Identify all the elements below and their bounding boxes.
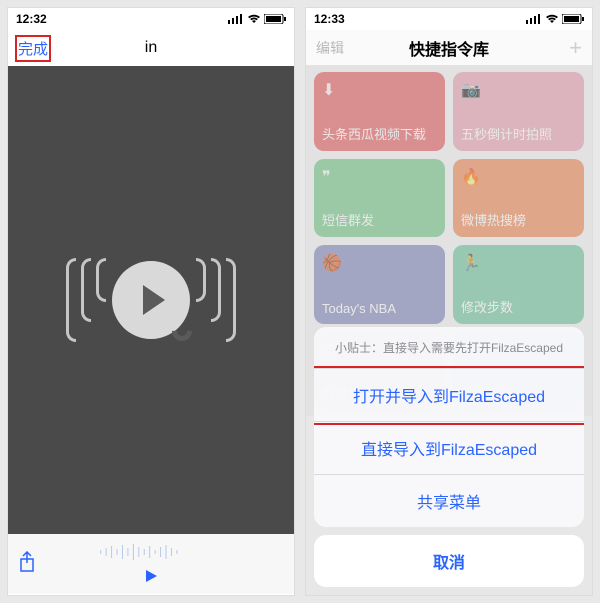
page-title: in bbox=[8, 39, 294, 57]
wifi-icon bbox=[545, 14, 559, 24]
media-preview bbox=[8, 66, 294, 534]
play-small-icon[interactable] bbox=[144, 569, 158, 588]
status-time: 12:33 bbox=[314, 12, 345, 26]
sheet-item-share-menu[interactable]: 共享菜单 bbox=[314, 475, 584, 527]
signal-icon bbox=[526, 14, 542, 24]
nav-bar-right: 编辑 快捷指令库 + bbox=[306, 30, 592, 66]
nav-bar-left: 完成 in bbox=[8, 30, 294, 66]
share-icon[interactable] bbox=[18, 551, 36, 578]
battery-icon bbox=[264, 14, 286, 24]
add-button[interactable]: + bbox=[569, 35, 582, 61]
status-bar: 12:33 bbox=[306, 8, 592, 30]
sheet-cancel[interactable]: 取消 bbox=[314, 535, 584, 587]
sheet-item-direct-import[interactable]: 直接导入到FilzaEscaped bbox=[314, 422, 584, 475]
sheet-tip: 小贴士：直接导入需要先打开FilzaEscaped bbox=[314, 327, 584, 369]
toolbar bbox=[8, 534, 294, 594]
waveform-icon bbox=[98, 542, 234, 562]
wifi-icon bbox=[247, 14, 261, 24]
edit-button[interactable]: 编辑 bbox=[316, 38, 344, 58]
phone-right: 12:33 编辑 快捷指令库 + ⬇头条西瓜视频下载📷五秒倒计时拍照❞短信群发🔥… bbox=[306, 8, 592, 595]
battery-icon bbox=[562, 14, 584, 24]
page-title: 快捷指令库 bbox=[409, 36, 489, 60]
sheet-item-open-import[interactable]: 打开并导入到FilzaEscaped bbox=[314, 369, 584, 422]
sound-wave-left-icon bbox=[66, 258, 106, 342]
status-bar: 12:32 bbox=[8, 8, 294, 30]
play-button[interactable] bbox=[112, 261, 190, 339]
action-sheet: 小贴士：直接导入需要先打开FilzaEscaped 打开并导入到FilzaEsc… bbox=[314, 327, 584, 587]
status-time: 12:32 bbox=[16, 12, 47, 26]
phone-left: 12:32 完成 in bbox=[8, 8, 294, 595]
signal-icon bbox=[228, 14, 244, 24]
sound-wave-right-icon bbox=[196, 258, 236, 342]
